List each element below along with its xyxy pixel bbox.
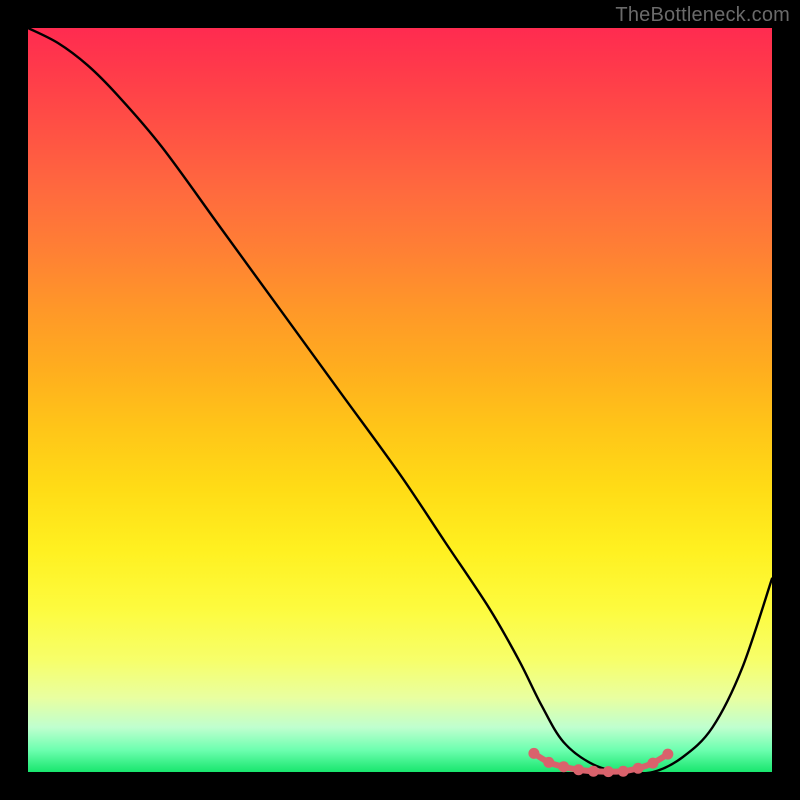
watermark-text: TheBottleneck.com [615, 4, 790, 27]
optimal-range-dot [528, 748, 539, 759]
plot-area [28, 28, 772, 772]
optimal-range-dot [603, 766, 614, 777]
optimal-range-dot [662, 749, 673, 760]
optimal-range-dot [588, 766, 599, 777]
curve-layer [28, 28, 772, 772]
optimal-range-dot [647, 758, 658, 769]
chart-frame: TheBottleneck.com [0, 0, 800, 800]
optimal-range-dot [618, 766, 629, 777]
optimal-range-dot [633, 763, 644, 774]
optimal-range-dot [558, 761, 569, 772]
optimal-range-dot [543, 757, 554, 768]
optimal-range-dot [573, 764, 584, 775]
bottleneck-curve [28, 28, 772, 773]
